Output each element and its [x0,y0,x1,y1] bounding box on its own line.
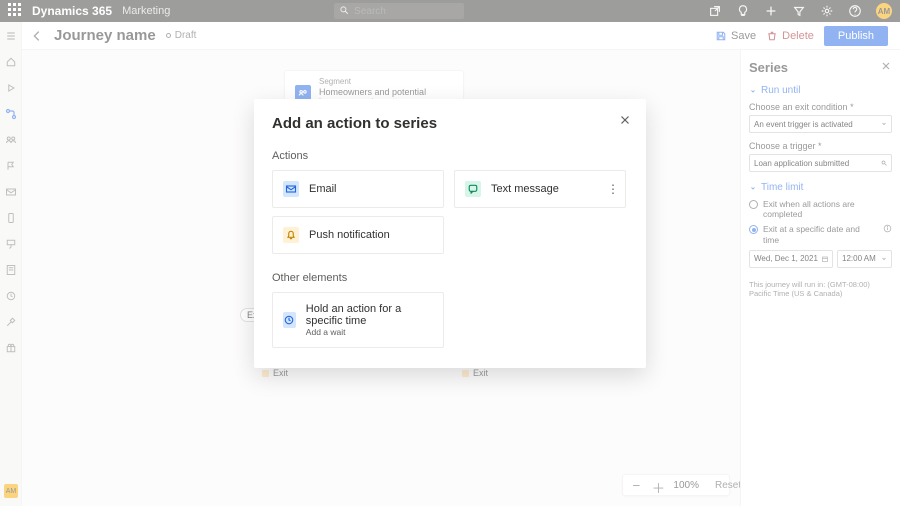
bell-icon [283,227,299,243]
modal-overlay[interactable]: Add an action to series Actions Email Te… [0,0,900,506]
mail-icon [283,181,299,197]
sms-icon [465,181,481,197]
elements-subtitle: Other elements [272,272,628,284]
add-action-modal: Add an action to series Actions Email Te… [254,99,646,368]
modal-title: Add an action to series [272,115,628,132]
action-push-card[interactable]: Push notification [272,216,444,254]
kebab-icon[interactable]: ⋮ [607,183,619,195]
clock-icon [283,312,296,328]
action-text-card[interactable]: Text message ⋮ [454,170,626,208]
action-email-card[interactable]: Email [272,170,444,208]
close-modal-icon[interactable] [618,113,632,127]
actions-subtitle: Actions [272,150,628,162]
element-hold-card[interactable]: Hold an action for a specific time Add a… [272,292,444,348]
